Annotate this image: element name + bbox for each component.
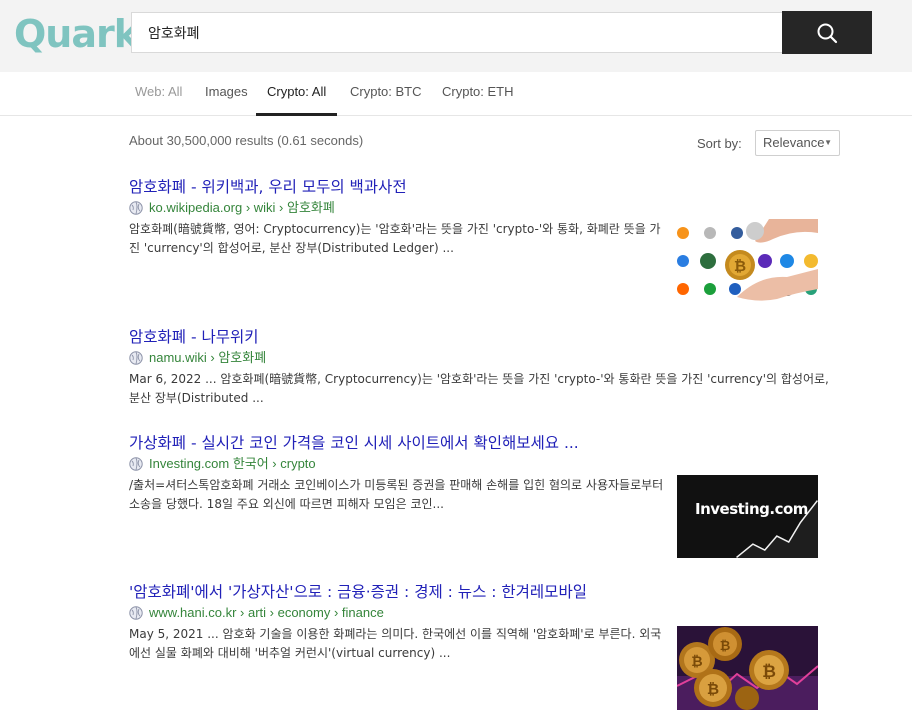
tab-crypto-btc[interactable]: Crypto: BTC bbox=[350, 72, 422, 116]
investing-thumbnail[interactable]: Investing.com bbox=[677, 475, 818, 558]
quark-logo[interactable]: Quark bbox=[14, 12, 139, 56]
tab-crypto-all[interactable]: Crypto: All bbox=[256, 72, 338, 116]
result-url-text: namu.wiki › 암호화폐 bbox=[149, 350, 267, 365]
crypto-coins-image: ₿ bbox=[677, 219, 818, 302]
result-snippet: /출처=셔터스톡암호화폐 거래소 코인베이스가 미등록된 증권을 판매해 손해를… bbox=[129, 478, 664, 511]
sort-value: Relevance bbox=[763, 135, 825, 150]
globe-icon bbox=[129, 201, 143, 215]
result-title-link[interactable]: 암호화폐 - 나무위키 bbox=[129, 326, 829, 348]
header-bar: Quark bbox=[0, 0, 912, 72]
result-url-text: www.hani.co.kr › arti › economy › financ… bbox=[149, 605, 384, 620]
bitcoin-coins-thumbnail[interactable]: ₿ ₿ ₿ ₿ bbox=[677, 626, 818, 710]
result-title-link[interactable]: 가상화폐 - 실시간 코인 가격을 코인 시세 사이트에서 확인해보세요 ... bbox=[129, 432, 664, 454]
tab-web-all[interactable]: Web: All bbox=[135, 72, 182, 116]
svg-text:₿: ₿ bbox=[720, 639, 731, 654]
result-item: '암호화폐'에서 '가상자산'으로 : 금융·증권 : 경제 : 뉴스 : 한겨… bbox=[129, 581, 664, 663]
crypto-hands-thumbnail[interactable]: ₿ bbox=[677, 219, 818, 302]
result-url[interactable]: www.hani.co.kr › arti › economy › financ… bbox=[129, 604, 664, 622]
search-tabs: Web: All Images Crypto: All Crypto: BTC … bbox=[0, 72, 912, 116]
result-stats: About 30,500,000 results (0.61 seconds) bbox=[129, 133, 364, 148]
globe-icon bbox=[129, 606, 143, 620]
result-url[interactable]: namu.wiki › 암호화폐 bbox=[129, 349, 829, 367]
chevron-down-icon: ▼ bbox=[824, 138, 832, 147]
bitcoin-coins-image: ₿ ₿ ₿ ₿ bbox=[677, 626, 818, 710]
svg-text:₿: ₿ bbox=[691, 654, 702, 670]
search-icon bbox=[817, 23, 838, 43]
globe-icon bbox=[129, 351, 143, 365]
result-snippet: 암호화폐(暗號貨幣, 영어: Cryptocurrency)는 '암호화'라는 … bbox=[129, 222, 661, 255]
result-url-text: ko.wikipedia.org › wiki › 암호화폐 bbox=[149, 200, 335, 215]
result-item: 가상화폐 - 실시간 코인 가격을 코인 시세 사이트에서 확인해보세요 ...… bbox=[129, 432, 664, 514]
result-title-link[interactable]: 암호화폐 - 위키백과, 우리 모두의 백과사전 bbox=[129, 176, 669, 198]
investing-logo-text: Investing.com bbox=[695, 500, 808, 518]
result-item: 암호화폐 - 위키백과, 우리 모두의 백과사전 ko.wikipedia.or… bbox=[129, 176, 669, 258]
search-input[interactable] bbox=[132, 13, 783, 52]
search-button[interactable] bbox=[782, 11, 872, 54]
result-item: 암호화폐 - 나무위키 namu.wiki › 암호화폐 Mar 6, 2022… bbox=[129, 326, 829, 408]
result-url-text: Investing.com 한국어 › crypto bbox=[149, 456, 316, 471]
svg-text:₿: ₿ bbox=[707, 680, 719, 698]
search-box bbox=[131, 12, 783, 53]
svg-text:₿: ₿ bbox=[734, 257, 746, 275]
tab-crypto-eth[interactable]: Crypto: ETH bbox=[442, 72, 514, 116]
svg-text:₿: ₿ bbox=[762, 662, 776, 682]
sort-select[interactable]: Relevance ▼ bbox=[755, 130, 840, 156]
result-url[interactable]: ko.wikipedia.org › wiki › 암호화폐 bbox=[129, 199, 669, 217]
result-title-link[interactable]: '암호화폐'에서 '가상자산'으로 : 금융·증권 : 경제 : 뉴스 : 한겨… bbox=[129, 581, 664, 603]
sort-label: Sort by: bbox=[697, 136, 742, 151]
result-snippet: Mar 6, 2022 ... 암호화폐(暗號貨幣, Cryptocurrenc… bbox=[129, 372, 829, 405]
result-url[interactable]: Investing.com 한국어 › crypto bbox=[129, 455, 664, 473]
globe-icon bbox=[129, 457, 143, 471]
result-snippet: May 5, 2021 ... 암호화 기술을 이용한 화폐라는 의미다. 한국… bbox=[129, 627, 662, 660]
tab-images[interactable]: Images bbox=[205, 72, 248, 116]
